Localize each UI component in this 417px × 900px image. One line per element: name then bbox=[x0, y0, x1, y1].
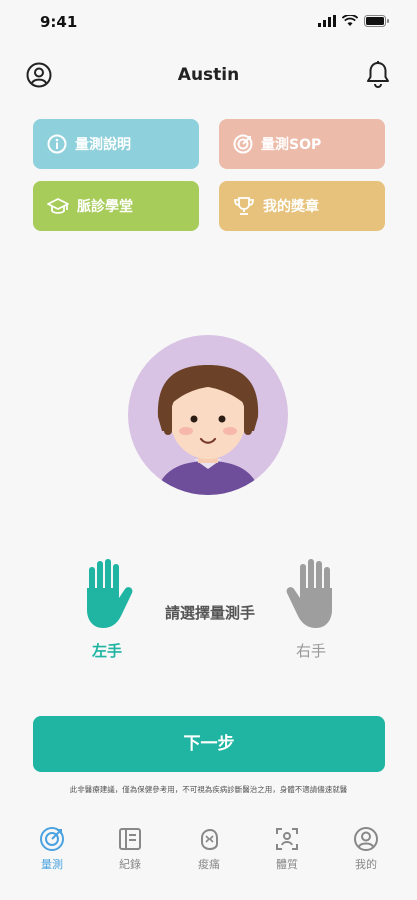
signal-icon bbox=[318, 15, 336, 27]
tile-label: 脈診學堂 bbox=[77, 199, 133, 215]
status-time: 9:41 bbox=[40, 13, 78, 31]
tab-pain[interactable]: 痠痛 bbox=[179, 826, 239, 872]
next-step-button[interactable]: 下一步 bbox=[33, 716, 385, 772]
tile-pulse-academy[interactable]: 脈診學堂 bbox=[33, 181, 199, 231]
tile-label: 量測SOP bbox=[261, 137, 322, 153]
tab-constitution[interactable]: 體質 bbox=[257, 826, 317, 872]
left-hand-icon[interactable] bbox=[77, 558, 137, 630]
left-hand-label[interactable]: 左手 bbox=[79, 640, 135, 661]
status-icons bbox=[318, 15, 389, 27]
tile-measure-sop[interactable]: 量測SOP bbox=[219, 119, 385, 169]
status-bar: 9:41 bbox=[0, 0, 417, 44]
tab-measure[interactable]: 量測 bbox=[22, 826, 82, 872]
bottom-tab-bar: 量測 紀錄 痠痛 體質 我的 bbox=[0, 818, 417, 900]
tile-label: 我的獎章 bbox=[263, 199, 319, 215]
tile-measure-guide[interactable]: 量測說明 bbox=[33, 119, 199, 169]
page-title: Austin bbox=[177, 65, 240, 85]
avatar bbox=[128, 335, 288, 495]
bell-icon[interactable] bbox=[365, 60, 391, 88]
graduation-cap-icon bbox=[47, 198, 69, 214]
body-scan-icon bbox=[276, 828, 298, 850]
hand-select-prompt: 請選擇量測手 bbox=[164, 604, 255, 622]
wifi-icon bbox=[342, 15, 358, 26]
tile-my-badges[interactable]: 我的獎章 bbox=[219, 181, 385, 231]
profile-icon bbox=[354, 827, 378, 851]
record-icon bbox=[119, 828, 141, 850]
tab-label: 體質 bbox=[276, 858, 298, 871]
tab-label: 量測 bbox=[41, 858, 63, 871]
info-icon bbox=[47, 134, 67, 154]
target-icon bbox=[40, 827, 64, 851]
pain-icon bbox=[201, 828, 218, 851]
disclaimer-text: 此非醫療建議，僅為保健參考用，不可視為疾病診斷醫治之用，身體不適請儘速就醫 bbox=[69, 785, 348, 794]
app-header: Austin bbox=[0, 56, 417, 96]
tile-label: 量測說明 bbox=[75, 137, 131, 153]
target-icon bbox=[233, 134, 253, 154]
battery-icon bbox=[364, 15, 389, 27]
tab-label: 紀錄 bbox=[119, 858, 141, 871]
trophy-icon bbox=[234, 197, 254, 215]
right-hand-label[interactable]: 右手 bbox=[283, 640, 339, 661]
tab-label: 痠痛 bbox=[198, 858, 220, 871]
right-hand-icon[interactable] bbox=[282, 558, 342, 630]
tab-label: 我的 bbox=[355, 858, 377, 871]
tab-mine[interactable]: 我的 bbox=[336, 826, 396, 872]
tab-records[interactable]: 紀錄 bbox=[100, 826, 160, 872]
